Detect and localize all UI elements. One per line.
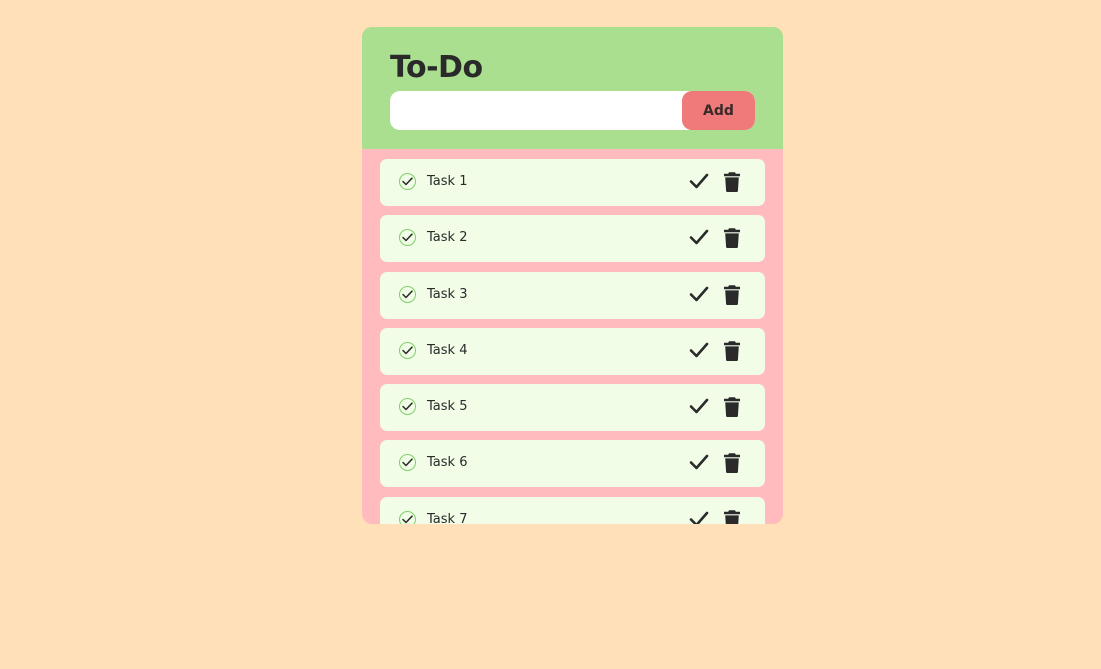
checkmark-icon[interactable] bbox=[689, 285, 711, 305]
checkmark-icon[interactable] bbox=[689, 453, 711, 473]
checkmark-icon[interactable] bbox=[689, 172, 711, 192]
task-label: Task 1 bbox=[427, 174, 468, 189]
task-item: Task 4 bbox=[380, 327, 765, 375]
task-item: Task 3 bbox=[380, 271, 765, 319]
task-label: Task 2 bbox=[427, 230, 468, 246]
task-label: Task 5 bbox=[427, 399, 468, 415]
trash-icon[interactable] bbox=[723, 171, 741, 193]
task-input-group: Add bbox=[390, 91, 755, 130]
task-label: Task 6 bbox=[427, 455, 468, 471]
trash-icon[interactable] bbox=[723, 396, 741, 418]
todo-header: To-Do Add bbox=[362, 27, 783, 149]
task-label: Task 4 bbox=[427, 342, 468, 358]
task-label: Task 7 bbox=[427, 511, 468, 524]
check-circle-icon[interactable] bbox=[399, 341, 416, 359]
check-circle-icon[interactable] bbox=[399, 285, 416, 303]
task-item: Task 7 bbox=[380, 496, 765, 524]
todo-card: To-Do Add Task 1 Task 2 Task 3 Task 4 Ta… bbox=[362, 27, 783, 524]
trash-icon[interactable] bbox=[723, 509, 741, 524]
check-circle-icon[interactable] bbox=[399, 454, 416, 472]
trash-icon[interactable] bbox=[723, 452, 741, 474]
check-circle-icon[interactable] bbox=[399, 510, 416, 524]
trash-icon[interactable] bbox=[723, 340, 741, 362]
task-input[interactable] bbox=[390, 91, 670, 130]
add-button[interactable]: Add bbox=[682, 91, 755, 130]
trash-icon[interactable] bbox=[723, 284, 741, 306]
task-list: Task 1 Task 2 Task 3 Task 4 Task 5 Task … bbox=[380, 159, 765, 524]
trash-icon[interactable] bbox=[723, 227, 741, 249]
task-label: Task 3 bbox=[427, 286, 468, 302]
checkmark-icon[interactable] bbox=[689, 397, 711, 417]
check-circle-icon[interactable] bbox=[399, 398, 416, 416]
page-title: To-Do bbox=[390, 50, 483, 85]
check-circle-icon[interactable] bbox=[399, 173, 416, 190]
task-item: Task 6 bbox=[380, 440, 765, 488]
checkmark-icon[interactable] bbox=[689, 341, 711, 361]
task-item: Task 5 bbox=[380, 384, 765, 432]
checkmark-icon[interactable] bbox=[689, 510, 711, 524]
task-item: Task 2 bbox=[380, 215, 765, 263]
check-circle-icon[interactable] bbox=[399, 229, 416, 247]
task-item: Task 1 bbox=[380, 159, 765, 206]
checkmark-icon[interactable] bbox=[689, 228, 711, 248]
